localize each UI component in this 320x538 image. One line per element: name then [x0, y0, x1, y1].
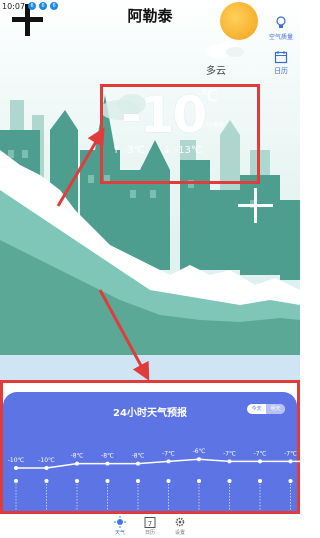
status-time: 10:07	[2, 1, 26, 11]
notification-icon: 6	[28, 2, 37, 10]
notification-icon: 6	[50, 2, 59, 10]
status-bar: 10:07 6 6 6	[0, 0, 300, 12]
notification-icon: 6	[39, 2, 48, 10]
annotation-arrows	[56, 127, 150, 381]
